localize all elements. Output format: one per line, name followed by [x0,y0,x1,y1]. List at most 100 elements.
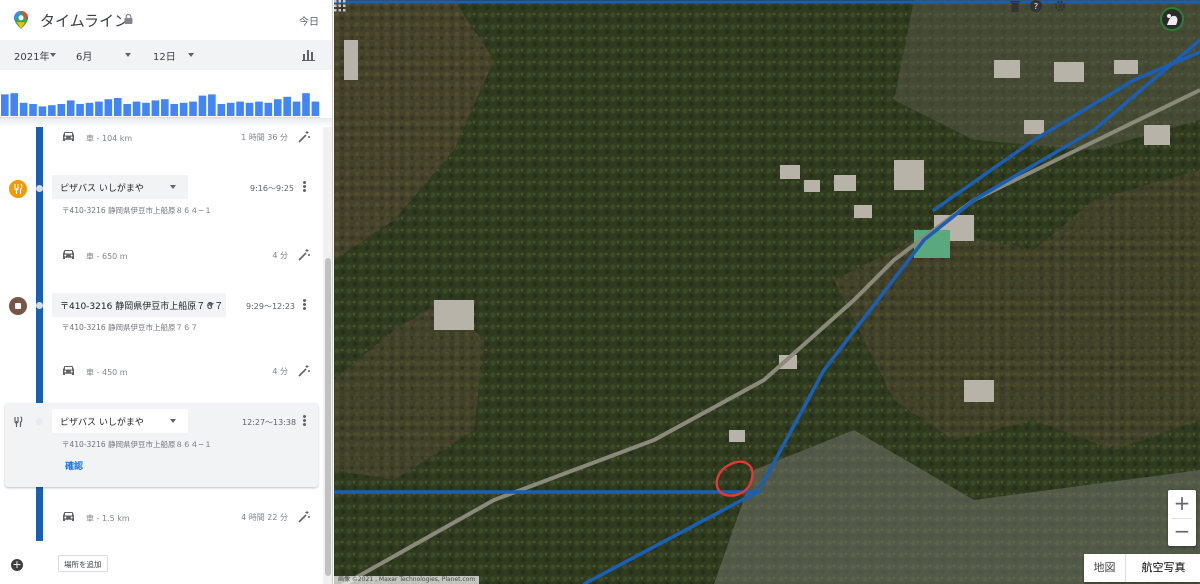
satellite-view-button[interactable]: 航空写真 [1127,554,1200,582]
chevron-down-icon [170,185,176,189]
histogram-bar[interactable] [132,101,141,116]
add-place-button[interactable]: 場所を追加 [58,555,108,572]
histogram-bar[interactable] [66,100,75,116]
satellite-map[interactable]: + − ? 地図 航空写真 画像 ©2021 , Maxar Technolog… [334,0,1200,584]
add-circle-icon[interactable]: + [11,559,23,571]
place-time: 9:16〜9:25 [250,184,294,193]
histogram-bar[interactable] [38,106,47,116]
place-name: 〒410-3216 静岡県伊豆市上船原７６７ [60,302,224,312]
histogram-bar[interactable] [255,101,263,116]
help-icon[interactable]: ? [1030,0,1042,12]
avatar[interactable] [1160,7,1184,31]
histogram-bar[interactable] [179,102,188,116]
year-value: 2021年 [14,52,50,63]
map-attribution: 画像 ©2021 , Maxar Technologies, Planet.co… [334,576,480,584]
timeline-node [36,302,43,309]
histogram-bar[interactable] [311,101,320,116]
segment-distance: 車 - 1.5 km [86,514,130,523]
segment-duration: 1 時間 36 分 [241,133,288,142]
month-value: 6月 [76,52,93,63]
lock-icon [124,14,133,24]
histogram-bar[interactable] [170,104,179,116]
histogram-bar[interactable] [1,94,9,116]
histogram-bar[interactable] [104,99,113,116]
place-name-dropdown[interactable]: 〒410-3216 静岡県伊豆市上船原７６７ [52,293,226,317]
zoom-out-button[interactable]: − [1168,518,1196,546]
segment-distance-value: 650 m [101,252,128,261]
maps-pin-icon [14,11,28,29]
segment-mode: 車 [86,134,94,143]
travel-segment[interactable]: 車 - 1.5 km 4 時間 22 分 [0,507,322,529]
segment-duration: 4 時間 22 分 [241,513,288,522]
histogram-bar[interactable] [264,102,273,116]
histogram-bar[interactable] [76,104,84,116]
histogram-bar[interactable] [57,104,66,116]
restaurant-icon [9,413,27,431]
place-time: 12:27〜13:38 [242,418,297,427]
histogram-bar[interactable] [273,99,282,116]
edit-magic-icon[interactable] [298,365,310,377]
histogram-bar[interactable] [226,102,235,116]
histogram-bar[interactable] [10,93,19,116]
travel-segment[interactable]: 車 - 104 km 1 時間 36 分 [0,127,322,149]
histogram-bar[interactable] [208,94,216,116]
apps-grid-icon[interactable] [334,0,346,12]
daily-activity-histogram[interactable] [0,70,320,116]
histogram-bar[interactable] [48,105,56,116]
histogram-bar[interactable] [292,101,301,116]
map-view-button[interactable]: 地図 [1084,554,1126,582]
more-options-icon[interactable] [303,181,306,192]
confirm-link[interactable]: 確認 [65,459,83,472]
edit-magic-icon[interactable] [298,249,310,261]
histogram-bar[interactable] [142,102,150,116]
histogram-bar[interactable] [85,102,94,116]
edit-magic-icon[interactable] [298,131,310,143]
place-time: 9:29〜12:23 [246,302,296,311]
histogram-bar[interactable] [123,104,131,116]
settings-gear-icon[interactable] [1054,0,1066,12]
place-name: ピザバス いしがまや [60,184,144,194]
histogram-bar[interactable] [113,98,122,116]
travel-segment[interactable]: 車 - 650 m 4 分 [0,245,322,267]
place-address: 〒410-3216 静岡県伊豆市上船原８６４−１ [62,206,212,215]
scrollbar[interactable] [323,127,332,584]
bar-chart-icon[interactable] [302,49,316,61]
more-options-icon[interactable] [303,299,306,310]
zoom-in-button[interactable]: + [1168,490,1196,518]
chevron-down-icon [125,53,131,57]
place-visit[interactable]: ピザバス いしがまや 12:27〜13:38 〒410-3216 静岡県伊豆市上… [0,409,322,469]
histogram-bar[interactable] [283,96,291,116]
segment-duration: 4 分 [272,251,288,260]
histogram-bar[interactable] [217,104,226,116]
scrollbar-thumb[interactable] [325,258,331,576]
today-link[interactable]: 今日 [299,13,319,28]
histogram-bar[interactable] [236,101,244,116]
zoom-control: + − [1168,490,1196,546]
histogram-bar[interactable] [245,102,254,116]
timeline-panel: タイムライン 今日 2021年 6月 12日 車 - 104 km 1 時間 3… [0,0,333,584]
histogram-bar[interactable] [302,93,310,116]
histogram-bar[interactable] [95,101,103,116]
place-name-dropdown[interactable]: ピザバス いしがまや [52,175,188,199]
histogram-bar[interactable] [198,95,207,116]
edit-magic-icon[interactable] [298,511,310,523]
chevron-down-icon [188,53,194,57]
segment-distance: 車 - 450 m [86,368,128,377]
histogram-bar[interactable] [19,102,28,116]
histogram-bar[interactable] [161,99,169,116]
histogram-bar[interactable] [29,104,37,116]
segment-distance-value: 450 m [101,368,128,377]
timeline-node [36,185,43,192]
segment-mode: 車 [86,252,94,261]
histogram-bar[interactable] [189,101,197,116]
place-name-dropdown[interactable]: ピザバス いしがまや [52,409,188,433]
segment-distance: 車 - 104 km [86,134,133,143]
page-title: タイムライン [40,12,129,30]
map-type-toggle: 地図 航空写真 [1084,554,1200,582]
histogram-bar[interactable] [151,100,160,116]
travel-segment[interactable]: 車 - 450 m 4 分 [0,361,322,383]
place-visit[interactable]: 〒410-3216 静岡県伊豆市上船原７６７ 9:29〜12:23 〒410-3… [0,293,322,333]
place-visit[interactable]: ピザバス いしがまや 9:16〜9:25 〒410-3216 静岡県伊豆市上船原… [0,175,322,215]
trash-icon[interactable] [1010,0,1020,12]
more-options-icon[interactable] [303,415,306,426]
